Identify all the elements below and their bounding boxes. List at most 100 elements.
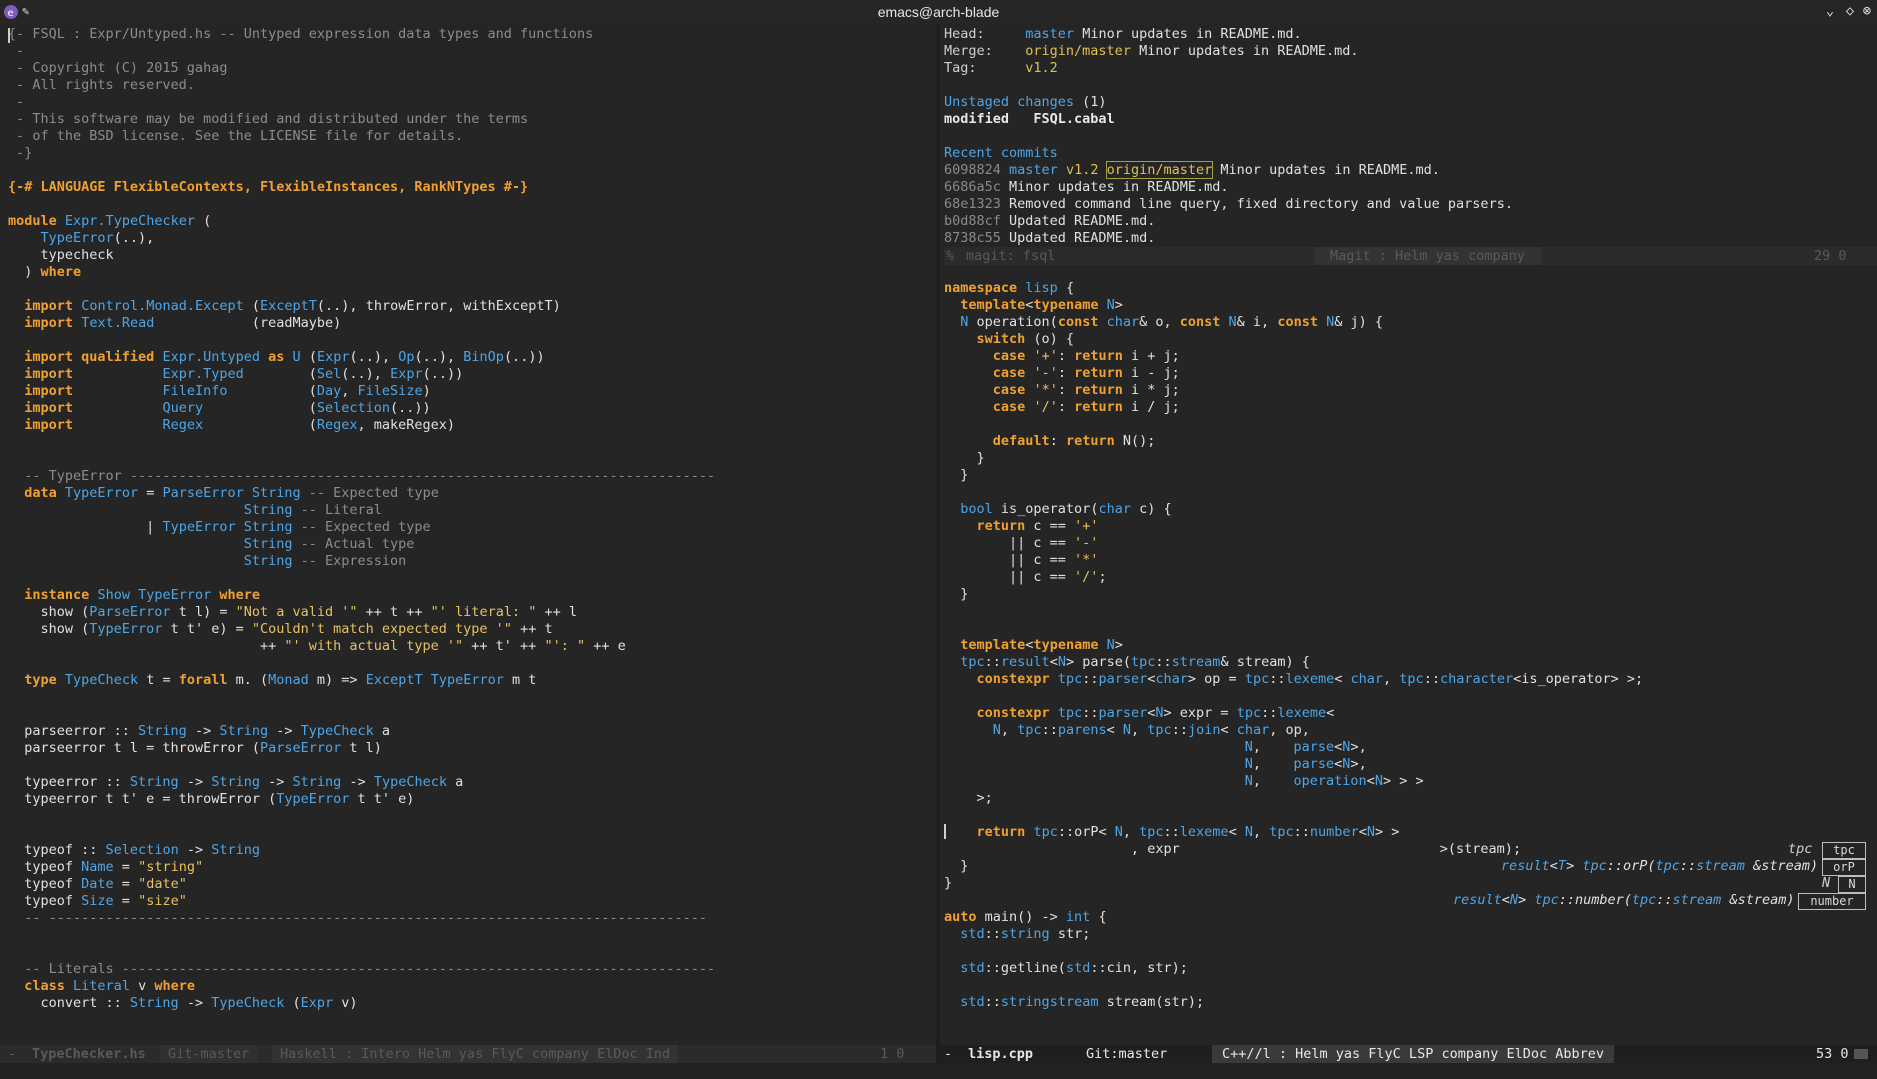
code-token: Regex: [162, 417, 204, 433]
code-token: const: [1057, 314, 1099, 330]
code-token: lexeme: [1277, 705, 1327, 721]
code-token: Name: [81, 859, 114, 875]
modeline-modes[interactable]: C++//l : Helm yas FlyC LSP company ElDoc…: [1212, 1045, 1615, 1063]
code-token: tpc: [1131, 654, 1156, 670]
modeline-modes[interactable]: Magit : Helm yas company: [1314, 247, 1542, 265]
window-divider[interactable]: [936, 24, 940, 1064]
code-token: module: [8, 213, 57, 229]
modeline-buffer-name[interactable]: magit: fsql: [966, 247, 1055, 265]
modeline-vc-branch[interactable]: Git-master: [160, 1045, 258, 1063]
code-token: "string": [138, 859, 204, 875]
signature-token: ::: [1656, 892, 1673, 908]
code-token: :: [1057, 399, 1075, 415]
code-line: convert :: String -> TypeCheck (Expr v): [8, 995, 928, 1012]
code-line: typecheck: [8, 247, 928, 264]
code-token: ->: [186, 723, 220, 739]
close-icon[interactable]: ⊗: [1858, 3, 1876, 19]
code-line: template<typename N>: [944, 637, 1874, 654]
code-token: "Couldn't match expected type '": [251, 621, 512, 637]
code-token: (: [203, 400, 317, 416]
code-token: N: [1106, 297, 1115, 313]
completion-candidate-tpc[interactable]: tpc: [1822, 842, 1866, 859]
code-token: Literal: [73, 978, 130, 994]
code-token: ::: [1082, 705, 1099, 721]
code-line: -- -------------------------------------…: [8, 910, 928, 927]
code-line: default: return N();: [944, 433, 1874, 450]
haskell-editor-buffer[interactable]: {- FSQL : Expr/Untyped.hs -- Untyped exp…: [8, 26, 928, 1046]
code-token: N: [1244, 824, 1253, 840]
modeline-modes[interactable]: Haskell : Intero Helm yas FlyC company E…: [272, 1045, 679, 1063]
completion-candidate-orP[interactable]: orP: [1822, 859, 1866, 876]
code-token: return: [1074, 348, 1123, 364]
code-token: modified FSQL.cabal: [944, 111, 1115, 127]
code-line: -- Literals ----------------------------…: [8, 961, 928, 978]
code-token: N: [1244, 756, 1253, 772]
completion-candidate-number[interactable]: number: [1798, 893, 1866, 910]
code-token: "date": [138, 876, 187, 892]
code-token: ,: [1122, 824, 1140, 840]
code-token: ->: [178, 842, 212, 858]
code-token: ,: [1252, 824, 1270, 840]
code-token: (: [194, 213, 212, 229]
code-token: import: [24, 315, 74, 331]
code-token: String: [129, 774, 179, 790]
signature-token: N: [1509, 892, 1519, 908]
code-token: TypeError: [89, 621, 163, 637]
code-token: ): [8, 264, 41, 280]
code-line: auto main() -> int {: [944, 909, 1874, 926]
code-token: where: [154, 978, 195, 994]
modeline-buffer-name[interactable]: TypeChecker.hs: [32, 1045, 146, 1063]
code-token: :: [1057, 365, 1075, 381]
code-token: <: [1220, 722, 1237, 738]
code-token: ::: [1261, 705, 1278, 721]
code-token: (..),: [341, 366, 391, 382]
chevron-down-icon[interactable]: ⌄: [1822, 3, 1838, 19]
code-token: ExceptT: [260, 298, 317, 314]
code-token: t =: [138, 672, 179, 688]
code-line: N, parse<N>,: [944, 739, 1874, 756]
completion-candidate-N[interactable]: N: [1838, 876, 1866, 893]
code-line: }: [944, 467, 1874, 484]
code-token: return: [1074, 399, 1123, 415]
code-line: Unstaged changes (1): [944, 94, 1874, 111]
code-token: Day: [316, 383, 342, 399]
signature-token: tpc: [1534, 892, 1559, 908]
code-token: -- Expression: [292, 553, 407, 569]
code-token: N: [1155, 705, 1164, 721]
signature-token: result: [1453, 892, 1502, 908]
restore-icon[interactable]: ◇: [1842, 3, 1858, 19]
code-token: tpc: [1139, 824, 1164, 840]
code-token: TypeError: [40, 230, 114, 246]
code-token: String: [129, 995, 179, 1011]
magit-status-buffer[interactable]: Head: master Minor updates in README.md.…: [944, 26, 1874, 247]
code-token: TypeError: [430, 672, 504, 688]
code-line: import Control.Monad.Except (ExceptT(..)…: [8, 298, 928, 315]
modeline-vc-branch[interactable]: Git:master: [1086, 1045, 1167, 1063]
code-token: typecheck: [8, 247, 114, 263]
minibuffer[interactable]: [0, 1063, 1877, 1079]
cpp-editor-buffer[interactable]: namespace lisp { template<typename N> N …: [944, 280, 1874, 1040]
code-token: & stream) {: [1220, 654, 1310, 670]
code-token: v): [333, 995, 358, 1011]
code-token: }: [944, 450, 985, 466]
code-token: b0d88cf: [944, 213, 1010, 229]
modeline-buffer-name[interactable]: lisp.cpp: [968, 1045, 1033, 1063]
code-line: module Expr.TypeChecker (: [8, 213, 928, 230]
code-line: template<typename N>: [944, 297, 1874, 314]
code-line: Tag: v1.2: [944, 60, 1874, 77]
code-token: Monad: [268, 672, 309, 688]
code-token: }: [944, 858, 969, 874]
cpp-modeline: - lisp.cpp Git:master C++//l : Helm yas …: [940, 1045, 1877, 1063]
code-line: return c == '+': [944, 518, 1874, 535]
